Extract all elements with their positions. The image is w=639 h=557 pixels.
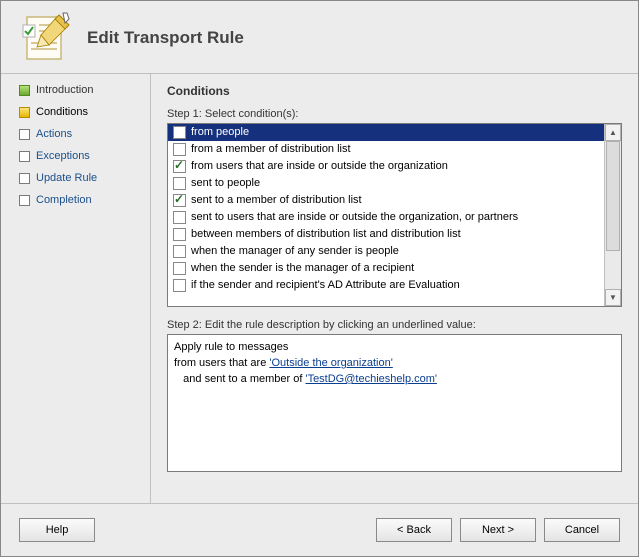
distribution-list-link[interactable]: 'TestDG@techieshelp.com' — [305, 373, 437, 385]
scroll-up-button[interactable]: ▲ — [605, 124, 621, 141]
sidebar: Introduction Conditions Actions Exceptio… — [1, 74, 151, 503]
condition-label: from users that are inside or outside th… — [191, 159, 448, 174]
sidebar-item-label: Actions — [36, 128, 72, 140]
step-pending-icon — [19, 151, 30, 162]
sidebar-item-update-rule[interactable]: Update Rule — [19, 172, 142, 184]
condition-checkbox[interactable] — [173, 245, 186, 258]
condition-checkbox[interactable] — [173, 262, 186, 275]
condition-checkbox[interactable] — [173, 177, 186, 190]
step-current-icon — [19, 107, 30, 118]
condition-row[interactable]: from a member of distribution list — [168, 141, 604, 158]
sidebar-item-label: Introduction — [36, 84, 93, 96]
condition-label: between members of distribution list and… — [191, 227, 461, 242]
header-title: Edit Transport Rule — [87, 28, 244, 48]
step2-label: Step 2: Edit the rule description by cli… — [167, 319, 622, 331]
sidebar-item-conditions[interactable]: Conditions — [19, 106, 142, 118]
back-button[interactable]: < Back — [376, 518, 452, 542]
sidebar-item-label: Exceptions — [36, 150, 90, 162]
rule-description: Apply rule to messages from users that a… — [167, 334, 622, 472]
condition-checkbox[interactable] — [173, 211, 186, 224]
sidebar-item-label: Update Rule — [36, 172, 97, 184]
condition-label: sent to a member of distribution list — [191, 193, 362, 208]
condition-label: when the manager of any sender is people — [191, 244, 399, 259]
sidebar-item-label: Conditions — [36, 106, 88, 118]
condition-label: when the sender is the manager of a reci… — [191, 261, 414, 276]
condition-checkbox[interactable] — [173, 160, 186, 173]
condition-label: sent to people — [191, 176, 260, 191]
section-title: Conditions — [167, 84, 622, 98]
condition-row[interactable]: if the sender and recipient's AD Attribu… — [168, 277, 604, 294]
condition-checkbox[interactable] — [173, 279, 186, 292]
rule-icon — [19, 11, 73, 65]
condition-checkbox[interactable] — [173, 194, 186, 207]
condition-row[interactable]: when the sender is the manager of a reci… — [168, 260, 604, 277]
condition-label: from a member of distribution list — [191, 142, 351, 157]
scope-link[interactable]: 'Outside the organization' — [269, 357, 392, 369]
condition-row[interactable]: sent to people — [168, 175, 604, 192]
step-complete-icon — [19, 85, 30, 96]
condition-checkbox[interactable] — [173, 228, 186, 241]
desc-line: Apply rule to messages — [174, 339, 615, 355]
wizard-body: Introduction Conditions Actions Exceptio… — [1, 74, 638, 503]
sidebar-item-introduction[interactable]: Introduction — [19, 84, 142, 96]
desc-text: from users that are — [174, 357, 269, 369]
condition-row[interactable]: between members of distribution list and… — [168, 226, 604, 243]
condition-label: sent to users that are inside or outside… — [191, 210, 518, 225]
step-pending-icon — [19, 129, 30, 140]
wizard-window: Edit Transport Rule Introduction Conditi… — [0, 0, 639, 557]
cancel-button[interactable]: Cancel — [544, 518, 620, 542]
condition-checkbox[interactable] — [173, 126, 186, 139]
header: Edit Transport Rule — [1, 1, 638, 74]
desc-line: from users that are 'Outside the organiz… — [174, 355, 615, 371]
scroll-thumb[interactable] — [606, 141, 620, 251]
sidebar-item-completion[interactable]: Completion — [19, 194, 142, 206]
step1-label: Step 1: Select condition(s): — [167, 108, 622, 120]
conditions-list: from people from a member of distributio… — [167, 123, 622, 307]
condition-row[interactable]: from people — [168, 124, 604, 141]
step-pending-icon — [19, 173, 30, 184]
desc-text: and sent to a member of — [174, 373, 305, 385]
help-button[interactable]: Help — [19, 518, 95, 542]
condition-label: if the sender and recipient's AD Attribu… — [191, 278, 460, 293]
scrollbar[interactable]: ▲ ▼ — [604, 124, 621, 306]
main-panel: Conditions Step 1: Select condition(s): … — [151, 74, 638, 503]
sidebar-item-actions[interactable]: Actions — [19, 128, 142, 140]
condition-label: from people — [191, 125, 249, 140]
sidebar-item-label: Completion — [36, 194, 92, 206]
next-button[interactable]: Next > — [460, 518, 536, 542]
condition-row[interactable]: from users that are inside or outside th… — [168, 158, 604, 175]
scroll-track[interactable] — [605, 141, 621, 289]
sidebar-item-exceptions[interactable]: Exceptions — [19, 150, 142, 162]
desc-line: and sent to a member of 'TestDG@techiesh… — [174, 371, 615, 387]
scroll-down-button[interactable]: ▼ — [605, 289, 621, 306]
conditions-list-inner: from people from a member of distributio… — [168, 124, 604, 306]
condition-checkbox[interactable] — [173, 143, 186, 156]
condition-row[interactable]: when the manager of any sender is people — [168, 243, 604, 260]
condition-row[interactable]: sent to a member of distribution list — [168, 192, 604, 209]
step-pending-icon — [19, 195, 30, 206]
footer: Help < Back Next > Cancel — [1, 503, 638, 556]
condition-row[interactable]: sent to users that are inside or outside… — [168, 209, 604, 226]
